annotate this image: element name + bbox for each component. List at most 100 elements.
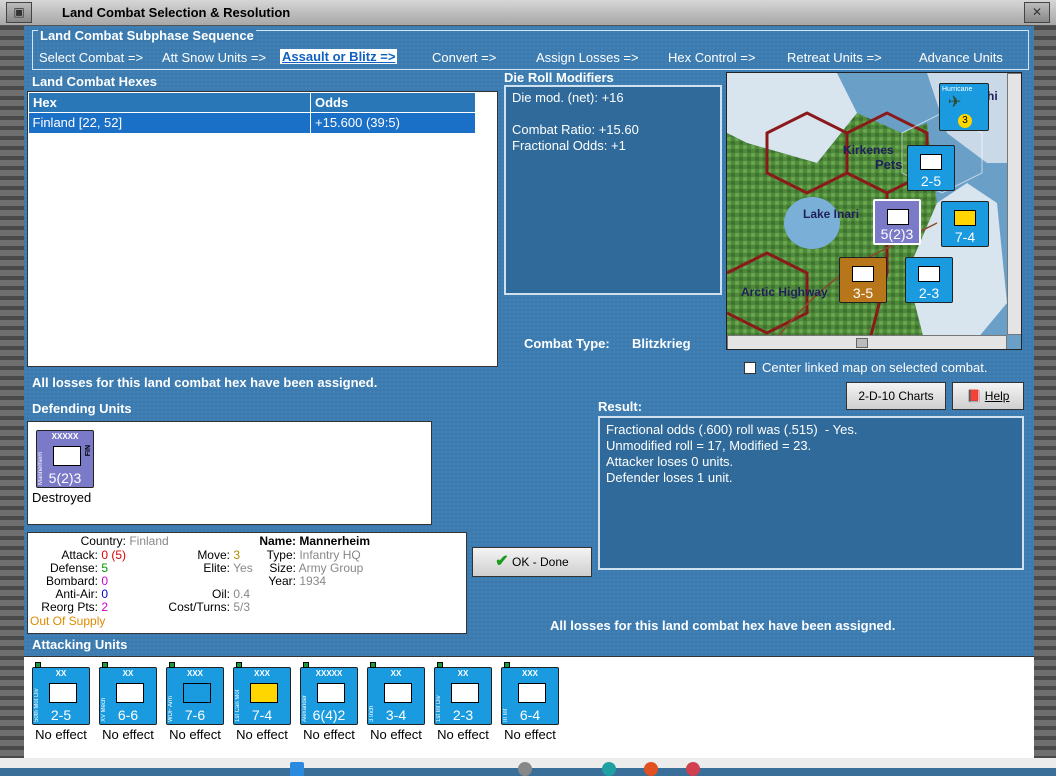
map-counter-mannerheim[interactable]: 5(2)3 — [873, 199, 921, 245]
attacker-effect: No effect — [35, 727, 87, 742]
unit-value: 2-3 — [452, 707, 474, 723]
infantry-symbol — [852, 266, 874, 282]
unit-value: 6-4 — [519, 707, 541, 723]
oil-key: Oil: — [212, 587, 230, 601]
unit-symbol — [116, 683, 144, 703]
table-row[interactable]: Finland [22, 52] +15.600 (39:5) — [28, 112, 497, 133]
unit-symbol — [384, 683, 412, 703]
map-counter-7-4[interactable]: 7-4 — [941, 201, 989, 247]
name-value: Mannerheim — [299, 534, 371, 548]
attacker-effect: No effect — [504, 727, 556, 742]
name-key: Name: — [259, 534, 296, 548]
unit-info-panel: Country: Finland Attack: 0 (5) Defense: … — [27, 532, 467, 634]
map-hscrollbar[interactable] — [727, 335, 1007, 349]
unit-value: 5(2)3 — [48, 470, 82, 486]
title-bar: ▣ Land Combat Selection & Resolution ✕ — [0, 0, 1056, 26]
combat-type-label: Combat Type: — [524, 336, 610, 351]
elite-value: Yes — [233, 561, 253, 575]
help-button[interactable]: 📕 Help — [952, 382, 1024, 410]
oil-value: 0.4 — [233, 587, 251, 601]
attacker-effect: No effect — [370, 727, 422, 742]
attacker-counter[interactable]: XX XV Mech 6-6 — [99, 662, 157, 725]
bombard-key: Bombard: — [45, 574, 98, 588]
unit-tab — [102, 662, 108, 668]
map-counter-2-3[interactable]: 2-3 — [905, 257, 953, 303]
map-vscrollbar[interactable] — [1007, 73, 1021, 335]
taskbar-icon-5[interactable] — [686, 762, 700, 776]
map-counter-2-5[interactable]: 2-5 — [907, 145, 955, 191]
taskbar-icon-4[interactable] — [644, 762, 658, 776]
combat-hexes-table: Hex Odds Finland [22, 52] +15.600 (39:5) — [27, 91, 498, 367]
info-reorg: Reorg Pts: 2 — [32, 600, 108, 614]
attacker-counter[interactable]: XXXXX Alexander 6(4)2 — [300, 662, 358, 725]
die-roll-header: Die Roll Modifiers — [504, 70, 614, 85]
attacker-counter[interactable]: XX 50th Mot Div 2-5 — [32, 662, 90, 725]
odds-cell[interactable]: +15.600 (39:5) — [310, 112, 476, 133]
attacker-counter[interactable]: XX 1st Inf Div 2-3 — [434, 662, 492, 725]
defender-counter[interactable]: XXXXX Mannerheim FIN 5(2)3 — [36, 430, 94, 488]
seq-step-assault-blitz[interactable]: Assault or Blitz => — [280, 49, 398, 64]
map-counter-value: 7-4 — [954, 229, 976, 245]
move-key: Move: — [197, 548, 230, 562]
size-key: Size: — [269, 561, 296, 575]
attacker-counter[interactable]: XXX 1st Can Mot 7-4 — [233, 662, 291, 725]
map-counter-hurricane[interactable]: ✈ Hurricane 3 — [939, 83, 989, 131]
attacker-effect: No effect — [303, 727, 355, 742]
attacker-counter[interactable]: XXX WDF Arm 7-6 — [166, 662, 224, 725]
seq-step-retreat[interactable]: Retreat Units => — [787, 50, 882, 65]
seq-step-att-snow[interactable]: Att Snow Units => — [162, 50, 266, 65]
info-size: Size: Army Group — [254, 561, 363, 575]
charts-button[interactable]: 2-D-10 Charts — [846, 382, 946, 410]
hex-map[interactable]: Kirkenes Pets Lake Inari Arctic Highway … — [726, 72, 1022, 350]
seq-step-convert[interactable]: Convert => — [432, 50, 496, 65]
window-frame-right — [1034, 0, 1056, 768]
close-button[interactable]: ✕ — [1024, 2, 1050, 23]
ok-done-button[interactable]: ✔ OK - Done — [472, 547, 592, 577]
unit-value: 2-5 — [50, 707, 72, 723]
defending-header: Defending Units — [32, 401, 132, 416]
combat-type-value: Blitzkrieg — [632, 336, 691, 351]
col-odds[interactable]: Odds — [310, 92, 476, 113]
map-counter-value: 2-3 — [918, 285, 940, 301]
hex-cell[interactable]: Finland [22, 52] — [28, 112, 311, 133]
info-antiair: Anti-Air: 0 — [32, 587, 108, 601]
country-value: Finland — [129, 534, 169, 548]
info-name: Name: Mannerheim — [254, 534, 370, 548]
defense-key: Defense: — [49, 561, 98, 575]
help-book-icon: 📕 — [966, 389, 982, 403]
attack-value: 0 — [101, 548, 109, 562]
attacker-counter[interactable]: XXX III Inf 6-4 — [501, 662, 559, 725]
main-area: Land Combat Subphase Sequence Select Com… — [24, 26, 1034, 768]
seq-step-assign-losses[interactable]: Assign Losses => — [536, 50, 639, 65]
col-hex[interactable]: Hex — [28, 92, 311, 113]
status-losses-top: All losses for this land combat hex have… — [32, 375, 378, 390]
info-type: Type: Infantry HQ — [254, 548, 361, 562]
seq-step-select-combat[interactable]: Select Combat => — [39, 50, 143, 65]
elite-key: Elite: — [203, 561, 230, 575]
unit-tab — [236, 662, 242, 668]
cost-value: 5/3 — [233, 600, 251, 614]
result-box: Fractional odds (.600) roll was (.515) -… — [598, 416, 1024, 570]
info-cost: Cost/Turns: 5/3 — [154, 600, 250, 614]
info-attack: Attack: 0 (5) — [32, 548, 126, 562]
map-hscroll-thumb[interactable] — [856, 338, 868, 348]
taskbar-icon-3[interactable] — [602, 762, 616, 776]
hq-symbol — [53, 446, 81, 466]
taskbar-icon-2[interactable] — [518, 762, 532, 776]
seq-step-advance[interactable]: Advance Units — [919, 50, 1003, 65]
unit-tab — [370, 662, 376, 668]
country-key: Country: — [80, 534, 126, 548]
sequence-header: Land Combat Subphase Sequence — [38, 28, 256, 43]
check-icon: ✔ — [495, 553, 509, 570]
center-map-checkbox[interactable] — [744, 362, 756, 374]
map-counter-3-5[interactable]: 3-5 — [839, 257, 887, 303]
antiair-key: Anti-Air: — [55, 587, 98, 601]
attacker-counter[interactable]: XX 3 Inch 3-4 — [367, 662, 425, 725]
help-label: Help — [984, 389, 1010, 403]
map-counter-value: 3-5 — [852, 285, 874, 301]
unit-symbol — [451, 683, 479, 703]
seq-step-hex-control[interactable]: Hex Control => — [668, 50, 755, 65]
window-menu-button[interactable]: ▣ — [6, 2, 32, 23]
taskbar-icon-1[interactable] — [290, 762, 304, 776]
reorg-key: Reorg Pts: — [41, 600, 98, 614]
